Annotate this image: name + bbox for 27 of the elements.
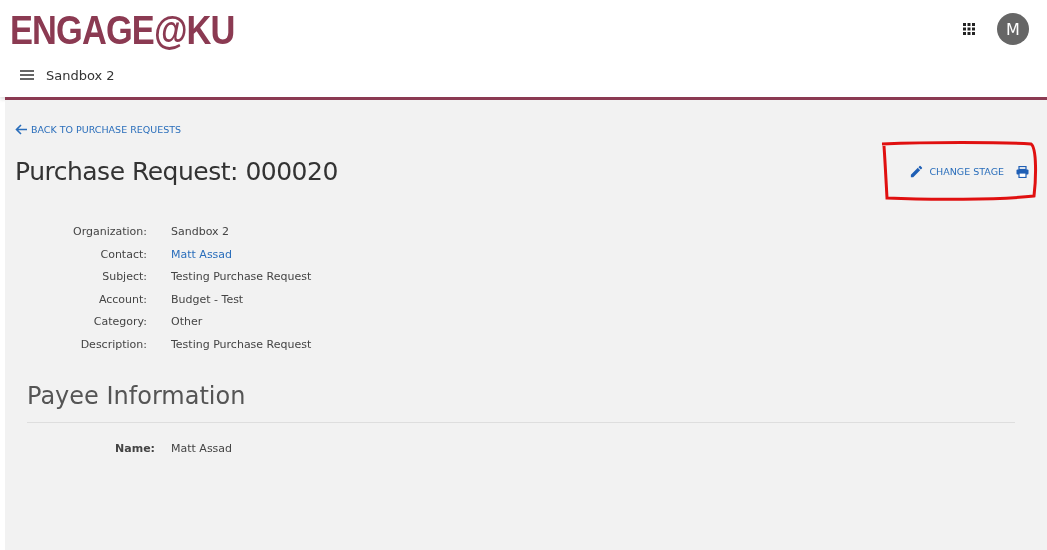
field-label: Name:	[114, 440, 155, 457]
field-label: Category:	[92, 314, 147, 331]
pencil-icon	[909, 164, 925, 179]
menu-icon[interactable]	[20, 70, 34, 80]
apps-grid-icon[interactable]	[963, 23, 975, 35]
field-value: Matt Assad	[171, 440, 233, 457]
field-value: Testing Purchase Request	[171, 336, 312, 353]
field-value: Testing Purchase Request	[171, 269, 312, 286]
change-stage-button[interactable]: CHANGE STAGE	[909, 164, 1004, 179]
field-label: Contact:	[99, 246, 147, 263]
logo: ENGAGE@KU	[10, 7, 235, 53]
field-label: Account:	[97, 291, 147, 308]
field-label: Organization:	[71, 224, 147, 240]
back-link[interactable]: BACK TO PURCHASE REQUESTS	[15, 124, 182, 135]
back-arrow-icon	[15, 124, 28, 135]
field-value: Other	[171, 314, 204, 331]
field-value: Sandbox 2	[171, 224, 231, 240]
section-heading: Payee Information	[27, 381, 1015, 423]
print-button[interactable]	[1016, 165, 1029, 178]
field-label: Subject:	[101, 269, 147, 286]
page-title: Purchase Request: 000020	[15, 157, 338, 186]
contact-link[interactable]: Matt Assad	[171, 246, 312, 264]
organization-name: Sandbox 2	[46, 67, 115, 83]
field-label: Description:	[79, 336, 147, 353]
field-value: Budget - Test	[171, 291, 245, 308]
print-icon	[1016, 165, 1029, 178]
user-avatar[interactable]: M	[997, 13, 1029, 45]
